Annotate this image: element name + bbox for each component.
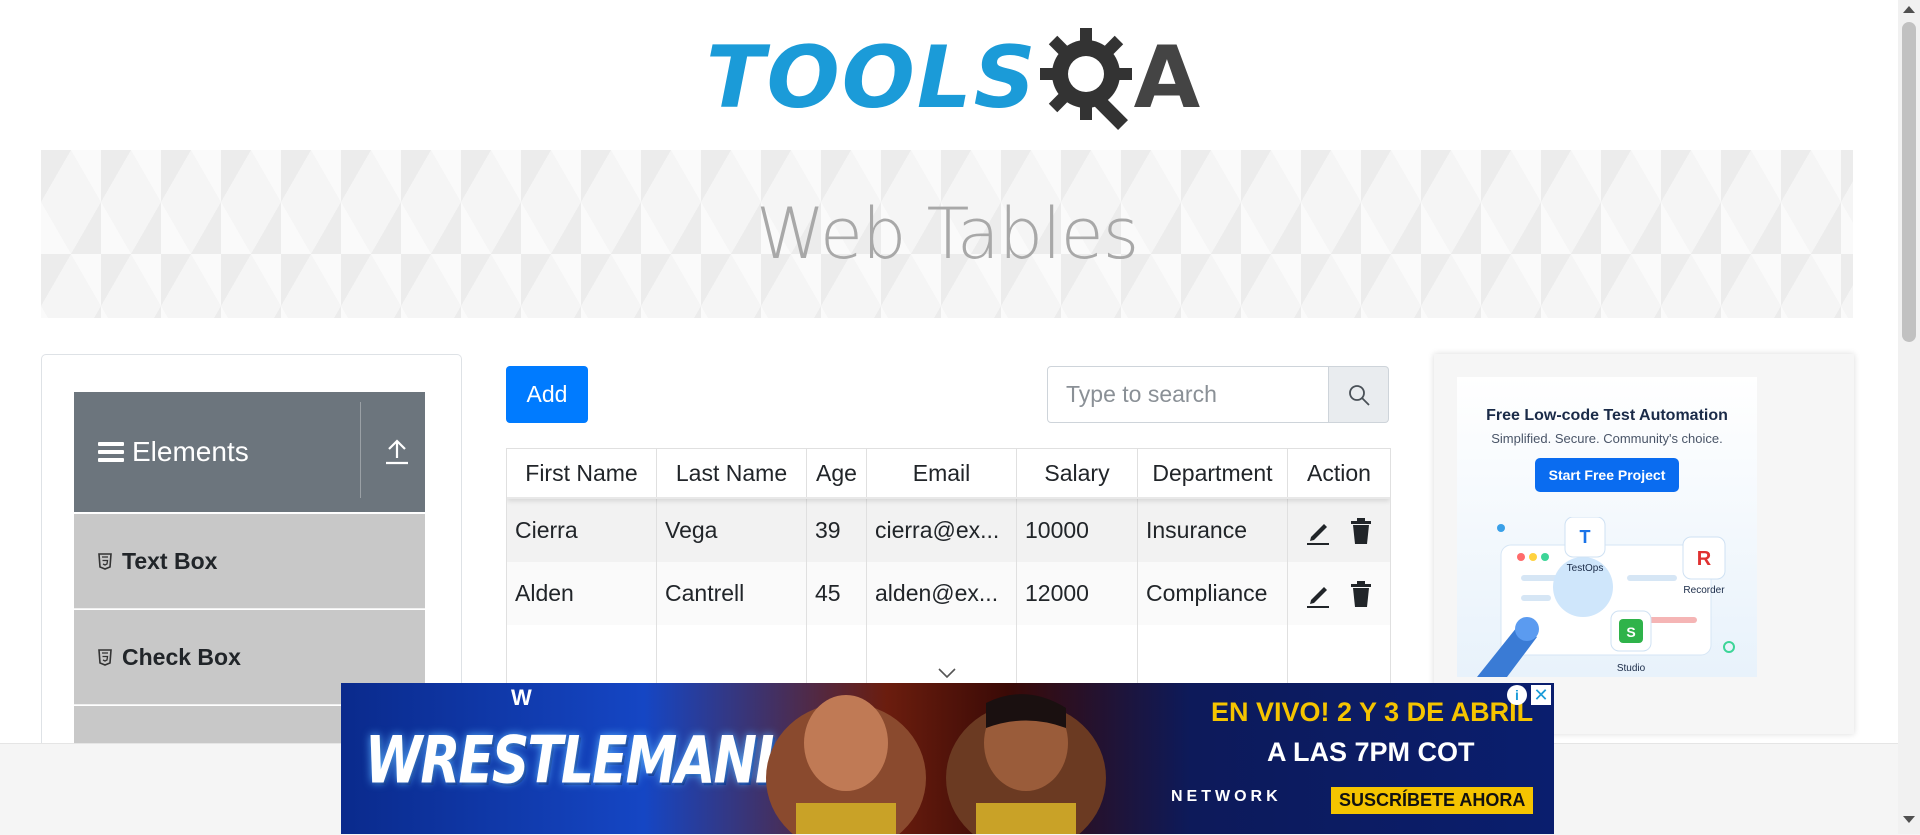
html5-icon bbox=[98, 648, 112, 666]
cell-first-name: Cierra bbox=[507, 499, 657, 562]
fighters-image bbox=[766, 694, 1106, 834]
search-input[interactable] bbox=[1047, 366, 1329, 423]
page-banner: Web Tables bbox=[41, 150, 1853, 318]
cell-department: Compliance bbox=[1138, 562, 1288, 625]
svg-text:T: T bbox=[1580, 527, 1591, 547]
sidebar-item-text-box[interactable]: Text Box bbox=[74, 514, 425, 609]
table-header-row: First Name Last Name Age Email Salary De… bbox=[507, 449, 1390, 499]
scroll-up-arrow-icon[interactable] bbox=[1903, 6, 1915, 13]
wwe-logo-icon: W bbox=[511, 685, 532, 710]
ad-date: 2 Y 3 DE ABRIL bbox=[1337, 697, 1534, 727]
sidebar-group-elements[interactable]: Elements bbox=[74, 392, 425, 512]
empty-cell bbox=[867, 625, 1017, 689]
ad-time-line: A LAS 7PM COT bbox=[1267, 737, 1475, 767]
empty-cell bbox=[1017, 625, 1138, 689]
cell-salary: 12000 bbox=[1017, 562, 1138, 625]
logo-text-a: A bbox=[1133, 28, 1201, 128]
cell-email: alden@ex... bbox=[867, 562, 1017, 625]
cell-salary: 10000 bbox=[1017, 499, 1138, 562]
empty-cell bbox=[657, 625, 807, 689]
empty-cell bbox=[807, 625, 867, 689]
empty-cell bbox=[1288, 625, 1390, 689]
table-row: Cierra Vega 39 cierra@ex... 10000 Insura… bbox=[507, 499, 1390, 562]
ad-close-icon[interactable]: ✕ bbox=[1531, 685, 1551, 705]
column-header-department[interactable]: Department bbox=[1138, 449, 1288, 497]
ad-label-recorder: Recorder bbox=[1683, 585, 1725, 596]
search-box bbox=[1047, 366, 1389, 423]
katalon-ad[interactable]: Free Low-code Test Automation Simplified… bbox=[1457, 377, 1757, 677]
collapse-arrow-icon[interactable] bbox=[384, 438, 410, 466]
ad-subscribe-button[interactable]: SUSCRÍBETE AHORA bbox=[1331, 787, 1534, 814]
ad-label-studio: Studio bbox=[1617, 663, 1646, 674]
page-title: Web Tables bbox=[755, 193, 1139, 275]
cell-actions bbox=[1288, 499, 1390, 562]
ad-subheadline: Simplified. Secure. Community's choice. bbox=[1491, 431, 1723, 446]
ad-info-icon[interactable]: i bbox=[1507, 685, 1527, 705]
search-icon bbox=[1348, 384, 1370, 406]
right-ad-container: Free Low-code Test Automation Simplified… bbox=[1434, 354, 1854, 734]
sidebar-item-label: Text Box bbox=[122, 547, 218, 574]
cell-age: 39 bbox=[807, 499, 867, 562]
scrollbar-thumb[interactable] bbox=[1902, 22, 1916, 342]
cell-last-name: Cantrell bbox=[657, 562, 807, 625]
add-button[interactable]: Add bbox=[506, 366, 588, 423]
gear-magnifier-icon bbox=[1039, 28, 1132, 130]
ad-date-live: EN VIVO! bbox=[1211, 697, 1338, 727]
cell-email: cierra@ex... bbox=[867, 499, 1017, 562]
hamburger-icon bbox=[98, 438, 124, 466]
html5-icon bbox=[98, 552, 112, 570]
cell-department: Insurance bbox=[1138, 499, 1288, 562]
ad-date-line: EN VIVO! 2 Y 3 DE ABRIL bbox=[1211, 697, 1533, 728]
column-header-email[interactable]: Email bbox=[867, 449, 1017, 497]
cell-age: 45 bbox=[807, 562, 867, 625]
scroll-down-arrow-icon[interactable] bbox=[1903, 816, 1915, 823]
cell-last-name: Vega bbox=[657, 499, 807, 562]
column-header-age[interactable]: Age bbox=[807, 449, 867, 497]
sidebar-group-title: Elements bbox=[132, 436, 249, 467]
page-scrollbar[interactable] bbox=[1898, 0, 1920, 834]
web-table: First Name Last Name Age Email Salary De… bbox=[506, 448, 1391, 689]
ad-label-testops: TestOps bbox=[1567, 563, 1604, 574]
table-row-empty bbox=[507, 625, 1390, 689]
empty-cell bbox=[1138, 625, 1288, 689]
column-header-action[interactable]: Action bbox=[1288, 449, 1390, 497]
start-free-project-button[interactable]: Start Free Project bbox=[1534, 458, 1680, 492]
search-button[interactable] bbox=[1329, 366, 1389, 423]
cell-actions bbox=[1288, 562, 1390, 625]
svg-text:R: R bbox=[1697, 548, 1712, 570]
empty-cell bbox=[507, 625, 657, 689]
svg-text:S: S bbox=[1626, 624, 1635, 640]
cell-first-name: Alden bbox=[507, 562, 657, 625]
edit-pencil-icon[interactable] bbox=[1305, 517, 1331, 545]
ad-illustration: T TestOps R Recorder S Studio bbox=[1477, 517, 1735, 677]
chevron-down-icon[interactable] bbox=[937, 667, 957, 679]
delete-trash-icon[interactable] bbox=[1348, 517, 1374, 545]
wrestlemania-ad[interactable]: W WRESTLEMANIA EN VIVO! 2 Y 3 DE ABRIL A… bbox=[341, 683, 1554, 834]
sidebar-item-label: Check Box bbox=[122, 643, 241, 670]
column-header-salary[interactable]: Salary bbox=[1017, 449, 1138, 497]
column-header-first-name[interactable]: First Name bbox=[507, 449, 657, 497]
column-header-last-name[interactable]: Last Name bbox=[657, 449, 807, 497]
logo-text-tools: TOOLS bbox=[706, 28, 1038, 128]
delete-trash-icon[interactable] bbox=[1348, 580, 1374, 608]
edit-pencil-icon[interactable] bbox=[1305, 580, 1331, 608]
divider bbox=[360, 402, 361, 498]
ad-headline: Free Low-code Test Automation bbox=[1486, 407, 1728, 424]
toolsqa-logo[interactable]: TOOLS A bbox=[706, 22, 1200, 134]
ad-network: NETWORK bbox=[1171, 788, 1282, 805]
table-row: Alden Cantrell 45 alden@ex... 12000 Comp… bbox=[507, 562, 1390, 625]
